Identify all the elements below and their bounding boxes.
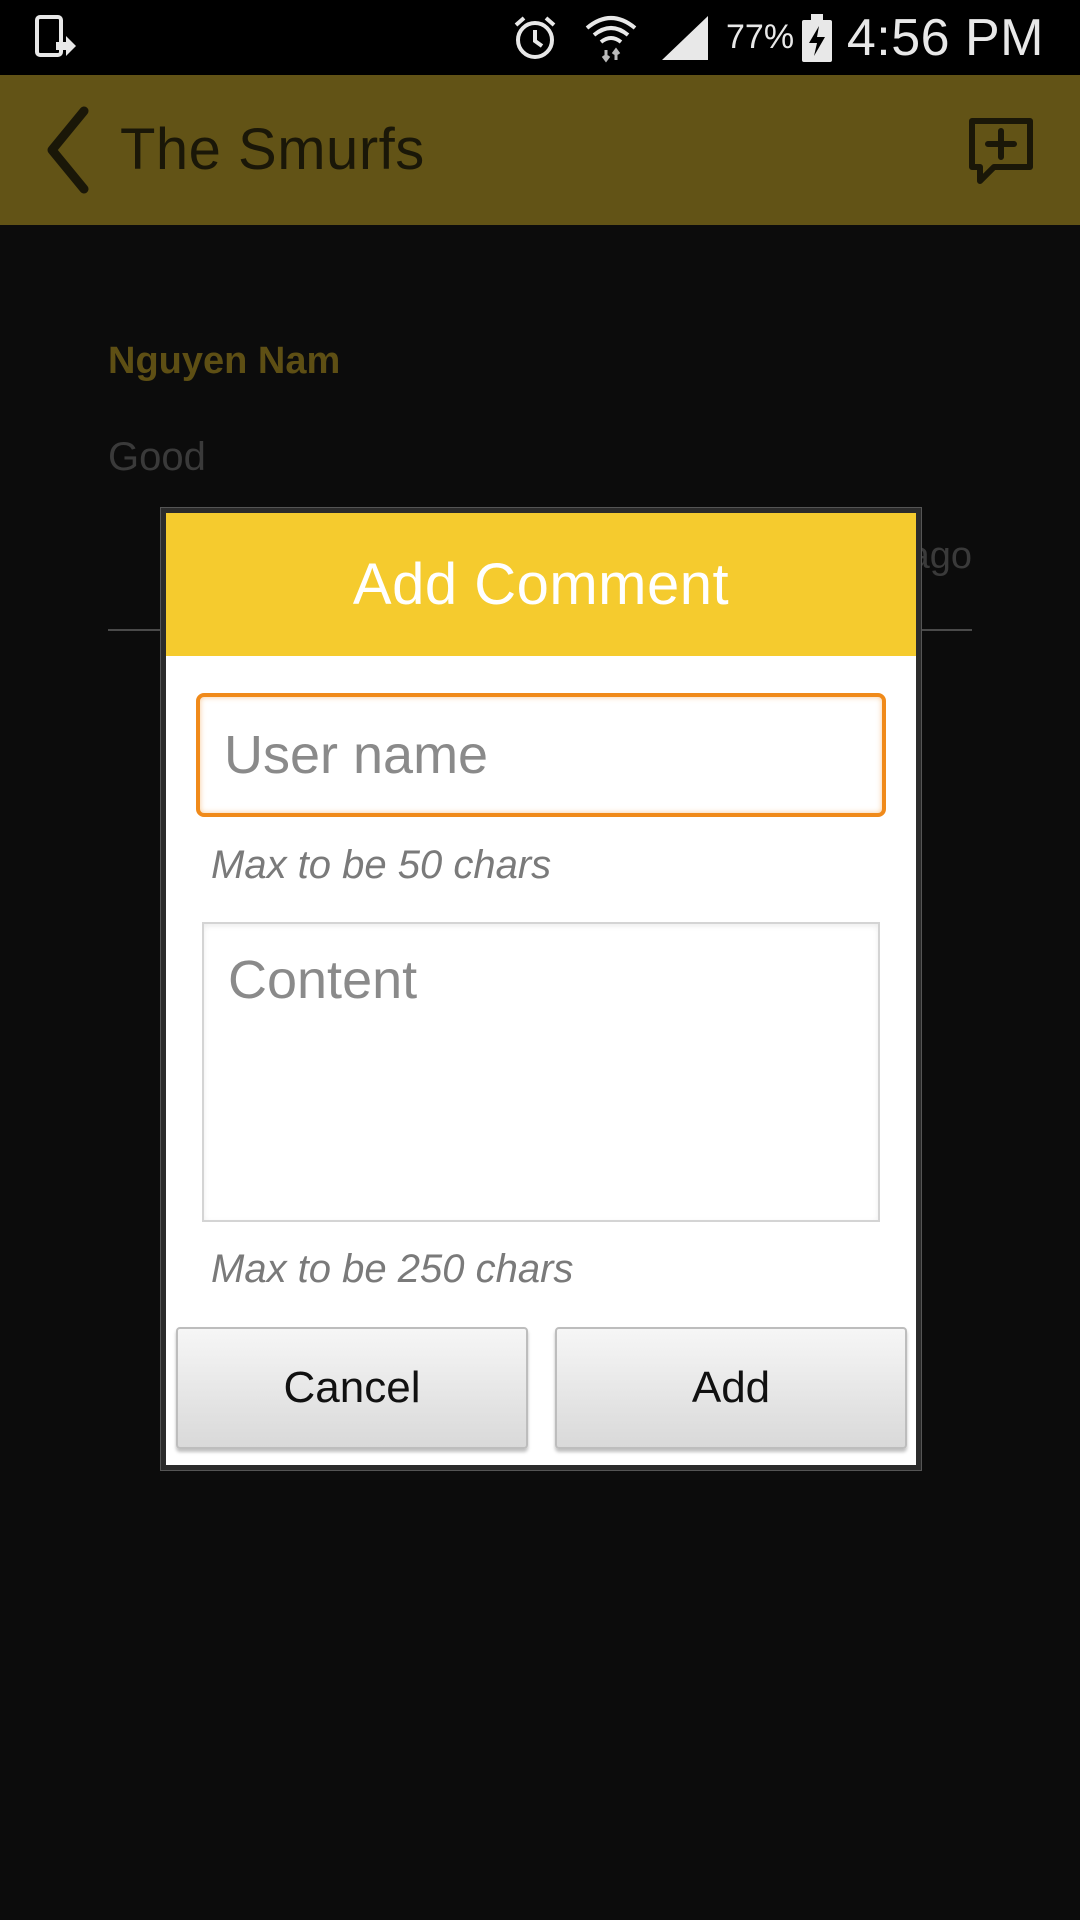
cancel-button[interactable]: Cancel [176,1327,528,1449]
signal-icon [660,0,710,75]
comment-author: Nguyen Nam [108,340,341,382]
dialog-header: Add Comment [166,513,916,656]
clock: 4:56 PM [846,8,1044,67]
comment-text: Good [108,435,206,479]
action-bar: The Smurfs [0,75,1080,225]
wifi-icon [584,0,638,75]
add-button[interactable]: Add [555,1327,907,1449]
status-bar: 77% 4:56 PM [0,0,1080,75]
battery-percent: 77% [726,18,795,56]
alarm-icon [510,0,560,75]
dialog-title: Add Comment [352,552,730,617]
content-input[interactable] [204,924,878,1220]
username-hint: Max to be 50 chars [211,843,552,887]
screenshot-icon [34,0,78,75]
battery-charging-icon [800,0,834,75]
back-button[interactable] [40,105,100,195]
add-comment-dialog: Add Comment Max to be 50 chars Max to be… [161,508,921,1470]
add-comment-icon [969,118,1033,184]
content-field[interactable] [202,922,880,1222]
page-title: The Smurfs [120,117,425,182]
add-comment-button[interactable] [964,113,1038,187]
content-hint: Max to be 250 chars [211,1247,574,1291]
chevron-left-icon [47,106,89,194]
username-input[interactable] [200,697,882,813]
username-field[interactable] [196,693,886,817]
screen: 77% 4:56 PM The Smurfs Nguyen Nam Good a… [0,0,1080,1920]
